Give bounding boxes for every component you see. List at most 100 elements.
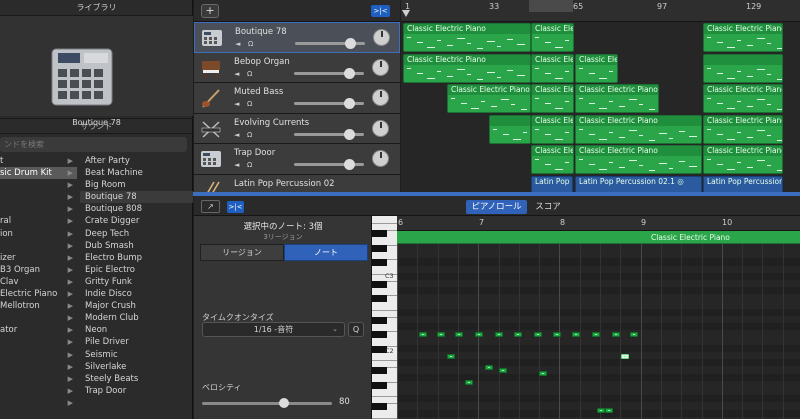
category-item[interactable]: ▶ (0, 203, 77, 215)
velocity-slider[interactable] (202, 398, 332, 408)
patch-item[interactable]: Boutique 808 (80, 203, 193, 215)
category-item[interactable]: izer ▶ (0, 252, 77, 264)
midi-region[interactable]: Classic Electric Piano (703, 145, 783, 174)
midi-region[interactable]: Classic Electric Piano (531, 53, 574, 83)
headphones-icon[interactable]: Ω (248, 40, 258, 49)
midi-region[interactable]: Classic Electric Piano (447, 84, 531, 113)
midi-region[interactable]: Classic Ele (575, 53, 618, 83)
midi-region[interactable]: Classic Electric Piano (703, 114, 783, 144)
audio-region[interactable]: Latin Pop Percussion 02.1 ◎ (575, 175, 702, 192)
patch-item[interactable]: Deep Tech (80, 228, 193, 240)
headphones-icon[interactable]: Ω (247, 131, 257, 140)
midi-note[interactable] (597, 408, 605, 413)
midi-region[interactable]: Classic Electric Piano (531, 145, 574, 174)
patch-item[interactable]: After Party (80, 155, 193, 167)
track-header[interactable]: Boutique 78 ◄ Ω (194, 22, 400, 53)
black-key[interactable] (372, 230, 387, 238)
pointer-tool-icon[interactable]: ↗ (201, 200, 220, 213)
midi-note[interactable] (534, 332, 542, 337)
category-item[interactable]: ion ▶ (0, 228, 77, 240)
category-item[interactable]: ▶ (0, 179, 77, 191)
category-item[interactable]: Electric Piano ▶ (0, 288, 77, 300)
piano-roll-region-bar[interactable] (397, 231, 800, 244)
patch-item[interactable]: Steely Beats (80, 373, 193, 385)
pan-knob[interactable] (372, 119, 389, 137)
category-item[interactable]: ral ▶ (0, 215, 77, 227)
category-item[interactable]: ▶ (0, 349, 77, 361)
volume-slider[interactable] (295, 38, 365, 49)
category-item[interactable]: ▶ (0, 361, 77, 373)
midi-region[interactable]: Classic Electric Piano (575, 84, 659, 113)
midi-note[interactable] (592, 332, 600, 337)
tab-score[interactable]: スコア (530, 200, 566, 214)
patch-item[interactable]: Electro Bump (80, 252, 193, 264)
tab-region[interactable]: リージョン (200, 244, 284, 261)
volume-slider-handle[interactable] (344, 67, 355, 79)
volume-slider-handle[interactable] (344, 128, 355, 140)
patch-item[interactable]: Big Room (80, 179, 193, 191)
patch-item[interactable]: Modern Club (80, 312, 193, 324)
midi-note[interactable] (539, 371, 547, 376)
black-key[interactable] (372, 381, 387, 389)
mute-button[interactable]: ◄ (234, 100, 244, 109)
volume-slider[interactable] (294, 98, 364, 109)
mute-button[interactable]: ◄ (234, 161, 244, 170)
track-header[interactable]: Muted Bass ◄ Ω (194, 83, 400, 114)
midi-note[interactable] (572, 332, 580, 337)
category-item[interactable]: ▶ (0, 336, 77, 348)
category-item[interactable]: ator ▶ (0, 324, 77, 336)
category-item[interactable]: ▶ (0, 385, 77, 397)
piano-keyboard[interactable]: C3 C2 (372, 216, 397, 419)
tab-piano-roll[interactable]: ピアノロール (466, 200, 527, 214)
volume-slider[interactable] (294, 128, 364, 140)
midi-note[interactable] (514, 332, 522, 337)
headphones-icon[interactable]: Ω (247, 161, 257, 170)
category-item[interactable]: ▶ (0, 240, 77, 252)
patch-item[interactable]: Trap Door (80, 385, 193, 397)
headphones-icon[interactable]: Ω (247, 100, 257, 109)
track-header[interactable]: Bebop Organ ◄ Ω (194, 52, 400, 83)
category-item[interactable]: sic Drum Kit ▶ (0, 167, 77, 180)
midi-note[interactable] (455, 332, 463, 337)
volume-slider-handle[interactable] (345, 38, 356, 49)
patch-item[interactable]: Silverlake (80, 361, 193, 373)
midi-note[interactable] (465, 380, 473, 385)
category-item[interactable]: ▶ (0, 397, 77, 409)
midi-region[interactable]: Classic Electric Piano (531, 84, 574, 113)
midi-region[interactable] (703, 53, 783, 83)
midi-note[interactable] (630, 332, 638, 337)
black-key[interactable] (372, 280, 387, 288)
midi-note[interactable] (447, 354, 455, 359)
bar-ruler[interactable]: 1 33 65 97 129 (401, 0, 800, 22)
volume-slider-handle[interactable] (344, 159, 355, 170)
black-key[interactable] (372, 316, 387, 324)
midi-region[interactable]: Classic Electric Piano (703, 84, 783, 113)
volume-slider[interactable] (294, 67, 364, 79)
category-item[interactable]: Clav ▶ (0, 276, 77, 288)
category-item[interactable]: B3 Organ ▶ (0, 264, 77, 276)
midi-note[interactable] (621, 354, 629, 359)
midi-region[interactable]: Classic Electric Piano (403, 53, 531, 83)
patch-item[interactable]: Beat Machine (80, 167, 193, 179)
midi-region[interactable]: Classic Elec (531, 23, 574, 52)
library-search-input[interactable]: ンドを検索 (0, 137, 187, 152)
track-header[interactable]: Evolving Currents ◄ Ω (194, 113, 400, 144)
midi-note[interactable] (605, 408, 613, 413)
black-key[interactable] (372, 295, 387, 303)
patch-item[interactable]: Crate Digger (80, 215, 193, 227)
category-item[interactable]: t ▶ (0, 155, 77, 167)
patch-item[interactable]: Epic Electro (80, 264, 193, 276)
midi-note[interactable] (553, 332, 561, 337)
patch-item[interactable]: Neon (80, 324, 193, 336)
pan-knob[interactable] (372, 58, 389, 76)
patch-item[interactable]: Major Crush (80, 300, 193, 312)
pan-knob[interactable] (373, 29, 390, 46)
quantize-button[interactable]: Q (348, 322, 364, 337)
pan-knob[interactable] (372, 150, 389, 167)
patch-item[interactable]: Dub Smash (80, 240, 193, 252)
category-item[interactable]: ▶ (0, 373, 77, 385)
category-item[interactable]: ▶ (0, 312, 77, 324)
black-key[interactable] (372, 367, 387, 375)
volume-slider-handle[interactable] (344, 98, 355, 109)
tab-note[interactable]: ノート (284, 244, 368, 261)
